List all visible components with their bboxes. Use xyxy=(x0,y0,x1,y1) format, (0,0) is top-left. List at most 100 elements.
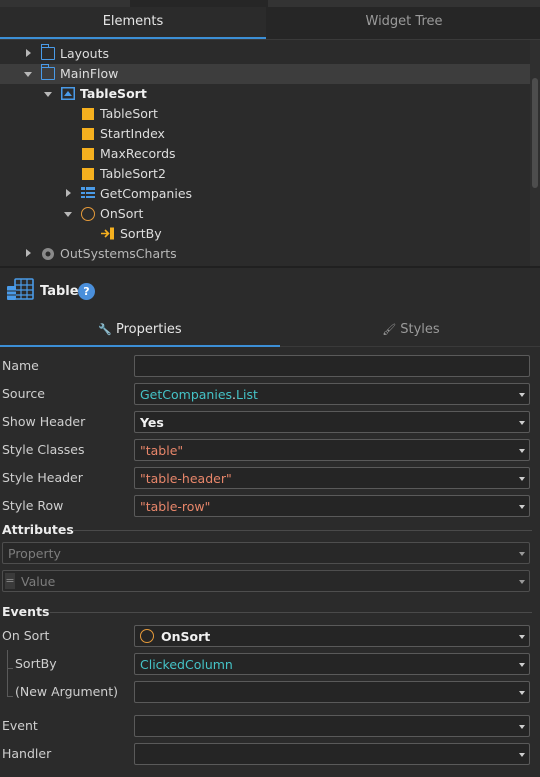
on-sort-value: OnSort xyxy=(161,629,211,644)
local-variable-icon xyxy=(82,108,94,120)
tree-item-tablesort2[interactable]: TableSort2 xyxy=(0,164,530,184)
dropdown-arrow-icon[interactable] xyxy=(519,552,525,556)
tab-widget-tree[interactable]: Widget Tree xyxy=(268,7,540,39)
widget-header: Table ? xyxy=(0,270,540,312)
tree-item-label: TableSort xyxy=(100,106,158,121)
name-label: Name xyxy=(2,358,39,373)
tab-grip xyxy=(268,0,540,7)
sortby-field[interactable]: ClickedColumn xyxy=(134,653,530,675)
style-classes-label: Style Classes xyxy=(2,442,85,457)
input-parameter-icon xyxy=(101,227,114,240)
widget-title: Table xyxy=(40,284,79,299)
tree-item-label: OutSystemsCharts xyxy=(60,246,177,261)
tree-item-label: SortBy xyxy=(120,226,162,241)
new-argument-field[interactable] xyxy=(134,681,530,703)
dropdown-arrow-icon[interactable] xyxy=(519,505,525,509)
chevron-down-icon[interactable] xyxy=(24,72,32,77)
show-header-select[interactable]: Yes xyxy=(134,411,530,433)
screen-icon xyxy=(61,87,75,100)
style-header-label: Style Header xyxy=(2,470,83,485)
handler-label: Handler xyxy=(2,746,52,761)
tree-item-mainflow[interactable]: MainFlow xyxy=(0,64,530,84)
new-argument-label: (New Argument) xyxy=(15,684,119,699)
folder-icon xyxy=(40,64,55,80)
style-classes-field[interactable]: "table" xyxy=(134,439,530,461)
source-value-part: List xyxy=(236,387,258,402)
attribute-property-select[interactable]: Property xyxy=(2,542,530,564)
tree-item-outsystemscharts[interactable]: OutSystemsCharts xyxy=(0,244,530,264)
tree-item-label: OnSort xyxy=(100,206,144,221)
style-header-value: "table-header" xyxy=(140,471,232,486)
argument-tree-line xyxy=(7,696,13,697)
dropdown-arrow-icon[interactable] xyxy=(519,663,525,667)
argument-tree-line xyxy=(7,668,13,669)
tree-item-layouts[interactable]: Layouts xyxy=(0,44,530,64)
chevron-right-icon[interactable] xyxy=(26,249,31,257)
tab-elements[interactable]: Elements xyxy=(0,7,266,39)
elements-tree: Layouts MainFlow TableSort TableSort Sta… xyxy=(0,40,540,266)
dropdown-arrow-icon[interactable] xyxy=(519,421,525,425)
tab-grip xyxy=(0,0,130,7)
dropdown-arrow-icon[interactable] xyxy=(519,691,525,695)
tree-item-sortby[interactable]: SortBy xyxy=(0,224,530,244)
help-icon[interactable]: ? xyxy=(78,283,95,300)
style-classes-value: "table" xyxy=(140,443,184,458)
local-variable-icon xyxy=(82,148,94,160)
tree-item-label: TableSort2 xyxy=(100,166,166,181)
tree-item-label: TableSort xyxy=(80,86,147,101)
name-input[interactable] xyxy=(134,355,530,377)
dropdown-arrow-icon[interactable] xyxy=(519,753,525,757)
sortby-label: SortBy xyxy=(15,656,57,671)
source-value: GetCompanies.List xyxy=(140,387,258,402)
event-select[interactable] xyxy=(134,715,530,737)
event-label: Event xyxy=(2,718,38,733)
dropdown-arrow-icon[interactable] xyxy=(519,449,525,453)
tree-item-tablesort-screen[interactable]: TableSort xyxy=(0,84,530,104)
dropdown-arrow-icon[interactable] xyxy=(519,635,525,639)
chevron-right-icon[interactable] xyxy=(66,189,71,197)
dropdown-arrow-icon[interactable] xyxy=(519,580,525,584)
brush-icon: 🖌 xyxy=(382,323,397,336)
style-row-field[interactable]: "table-row" xyxy=(134,495,530,517)
tab-label: Styles xyxy=(400,322,440,337)
style-header-field[interactable]: "table-header" xyxy=(134,467,530,489)
property-placeholder: Property xyxy=(8,546,61,561)
tree-item-getcompanies[interactable]: GetCompanies xyxy=(0,184,530,204)
chevron-down-icon[interactable] xyxy=(64,212,72,217)
handler-select[interactable] xyxy=(134,743,530,765)
dropdown-arrow-icon[interactable] xyxy=(519,725,525,729)
local-variable-icon xyxy=(82,168,94,180)
section-divider xyxy=(72,530,532,531)
on-sort-select[interactable]: OnSort xyxy=(134,625,530,647)
tab-properties[interactable]: 🔧 Properties xyxy=(0,315,280,347)
chevron-down-icon[interactable] xyxy=(44,92,52,97)
tab-styles[interactable]: 🖌 Styles xyxy=(282,315,540,347)
chevron-right-icon[interactable] xyxy=(26,49,31,57)
aggregate-icon xyxy=(81,187,95,200)
local-variable-icon xyxy=(82,128,94,140)
action-circle-icon xyxy=(140,629,154,643)
tree-item-label: Layouts xyxy=(60,46,110,61)
panel-splitter[interactable] xyxy=(0,266,540,268)
tree-item-startindex[interactable]: StartIndex xyxy=(0,124,530,144)
scrollbar-thumb[interactable] xyxy=(532,78,538,188)
tree-item-label: MaxRecords xyxy=(100,146,176,161)
source-value-part: GetCompanies xyxy=(140,387,233,402)
sortby-value: ClickedColumn xyxy=(140,657,233,672)
tree-item-label: MainFlow xyxy=(60,66,119,81)
action-circle-icon xyxy=(81,207,95,221)
tree-item-onsort[interactable]: OnSort xyxy=(0,204,530,224)
wrench-icon: 🔧 xyxy=(98,323,112,336)
property-tab-bar: 🔧 Properties 🖌 Styles xyxy=(0,315,540,347)
dropdown-arrow-icon[interactable] xyxy=(519,477,525,481)
dropdown-arrow-icon[interactable] xyxy=(519,393,525,397)
tree-item-maxrecords[interactable]: MaxRecords xyxy=(0,144,530,164)
tree-item-tablesort-var[interactable]: TableSort xyxy=(0,104,530,124)
tree-item-label: StartIndex xyxy=(100,126,165,141)
tab-label: Properties xyxy=(116,322,182,337)
source-field[interactable]: GetCompanies.List xyxy=(134,383,530,405)
show-header-value: Yes xyxy=(140,415,164,430)
attribute-value-field[interactable]: = Value xyxy=(2,570,530,592)
top-tab-bar: Elements Widget Tree xyxy=(0,0,540,40)
argument-tree-line xyxy=(7,650,8,696)
